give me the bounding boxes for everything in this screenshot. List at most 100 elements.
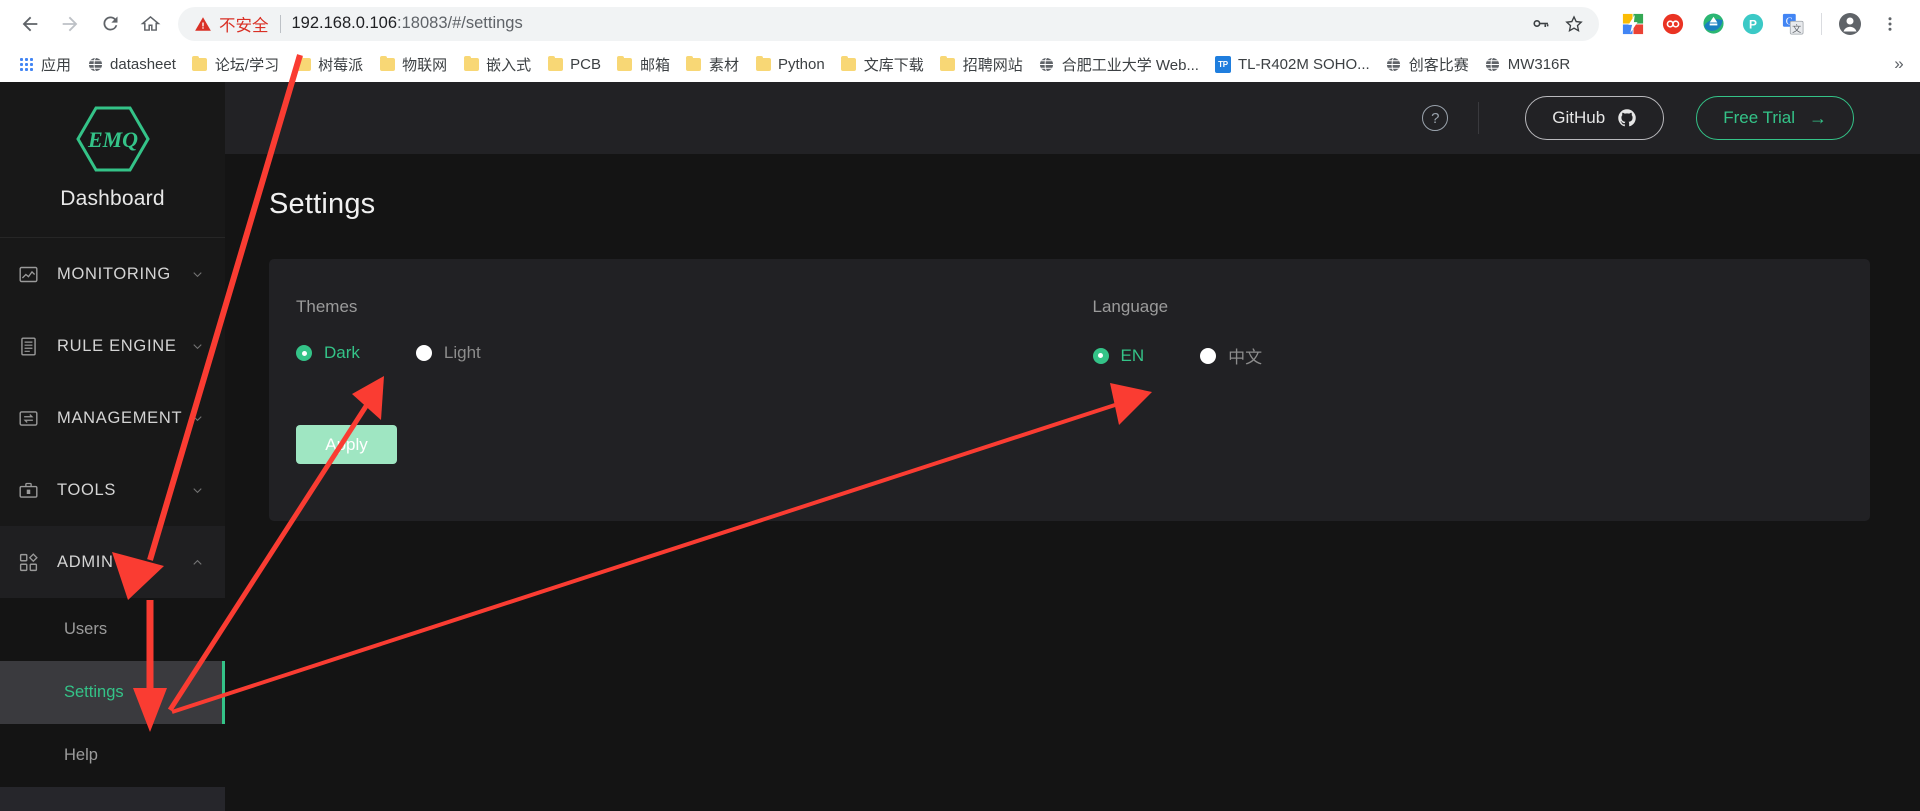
bookmark-folder-raspberry[interactable]: 树莓派	[287, 50, 371, 78]
url-path: :18083/#/settings	[397, 14, 523, 32]
bookmark-star-icon[interactable]	[1557, 7, 1591, 41]
sidebar-item-rule-engine[interactable]: RULE ENGINE	[0, 310, 225, 382]
chevron-up-icon	[190, 555, 205, 570]
folder-icon	[940, 55, 956, 72]
bookmark-label: PCB	[570, 55, 601, 73]
bookmark-label: MW316R	[1507, 55, 1571, 73]
bookmark-folder-mail[interactable]: 邮箱	[609, 50, 678, 78]
theme-radio-dark[interactable]: Dark	[296, 343, 360, 363]
folder-icon	[463, 55, 479, 72]
bookmark-apps[interactable]: 应用	[10, 50, 79, 78]
bookmark-label: 素材	[708, 56, 739, 74]
sidebar-item-monitoring[interactable]: MONITORING	[0, 238, 225, 310]
svg-text:文: 文	[1792, 22, 1801, 33]
sidebar-item-tools[interactable]: TOOLS	[0, 454, 225, 526]
folder-icon	[379, 55, 395, 72]
brand-block[interactable]: EMQ Dashboard	[0, 82, 225, 238]
svg-text:P: P	[1749, 17, 1757, 31]
language-radio-en[interactable]: EN	[1092, 345, 1145, 366]
bookmark-folder-iot[interactable]: 物联网	[371, 50, 455, 78]
toolbox-icon	[18, 480, 44, 501]
folder-icon	[547, 55, 563, 72]
language-radio-en-label: EN	[1120, 345, 1145, 365]
sidebar-item-settings[interactable]: Settings	[0, 661, 225, 724]
radio-dot-icon	[1200, 347, 1217, 364]
colorful-extension-icon[interactable]	[1616, 7, 1650, 41]
topbar-divider	[1478, 102, 1480, 134]
folder-icon	[755, 55, 771, 72]
chrome-menu-icon[interactable]	[1873, 7, 1907, 41]
sidebar-item-label: ADMIN	[57, 552, 114, 571]
bookmark-maker-contest[interactable]: 创客比赛	[1378, 50, 1477, 78]
sidebar-subitem-label: Help	[64, 746, 98, 764]
bookmark-folder-docs[interactable]: 文库下载	[833, 50, 932, 78]
bookmark-hfut-web[interactable]: 合肥工业大学 Web...	[1031, 50, 1207, 78]
google-translate-extension-icon[interactable]: G 文	[1776, 7, 1810, 41]
bookmark-label: 论坛/学习	[214, 56, 280, 74]
bookmark-datasheet[interactable]: datasheet	[79, 50, 184, 78]
reload-icon	[103, 16, 117, 31]
pocket-extension-icon[interactable]: P	[1736, 7, 1770, 41]
omnibox[interactable]: 不安全 192.168.0.106:18083/#/settings	[178, 6, 1599, 41]
sidebar-subitem-label: Settings	[64, 683, 124, 701]
bookmark-folder-materials[interactable]: 素材	[678, 50, 747, 78]
page-content: Settings Themes Dark Light Apply Languag…	[225, 154, 1920, 811]
apply-button[interactable]: Apply	[296, 425, 397, 464]
github-button[interactable]: GitHub	[1525, 96, 1665, 140]
sidebar-item-help[interactable]: Help	[0, 724, 225, 787]
folder-icon	[295, 55, 311, 72]
back-button[interactable]	[10, 4, 50, 44]
sidebar-item-users[interactable]: Users	[0, 598, 225, 661]
radio-dot-icon	[415, 345, 432, 361]
chevron-down-icon	[190, 267, 205, 282]
theme-radio-light[interactable]: Light	[415, 343, 481, 363]
language-radio-zh[interactable]: 中文	[1200, 343, 1262, 368]
browser-nav-bar: 不安全 192.168.0.106:18083/#/settings P G 文	[0, 0, 1920, 47]
sidebar-item-admin[interactable]: ADMIN	[0, 526, 225, 598]
bookmark-label: 树莓派	[318, 56, 364, 74]
question-mark-circle-icon[interactable]: ?	[1422, 105, 1449, 131]
admin-submenu: Users Settings Help	[0, 598, 225, 787]
emqx-dashboard-app: EMQ Dashboard MONITORING RULE ENGINE MAN…	[0, 82, 1920, 811]
bookmark-label: 应用	[41, 56, 72, 74]
omnibox-actions	[1523, 7, 1591, 41]
folder-icon	[841, 55, 857, 72]
list-document-icon	[18, 336, 44, 357]
idm-extension-icon[interactable]	[1696, 7, 1730, 41]
bookmark-tl-r402m[interactable]: TP TL-R402M SOHO...	[1207, 50, 1378, 78]
sidebar-menu: MONITORING RULE ENGINE MANAGEMENT TOOLS …	[0, 238, 225, 811]
emq-logo-text: EMQ	[86, 127, 137, 152]
language-label: Language	[1092, 297, 1169, 316]
settings-panel: Themes Dark Light Apply Language EN 中文	[269, 259, 1870, 521]
bookmark-folder-python[interactable]: Python	[747, 50, 833, 78]
bookmark-folder-forum[interactable]: 论坛/学习	[184, 50, 287, 78]
password-key-icon[interactable]	[1523, 7, 1557, 41]
toolbar-divider	[1821, 12, 1822, 35]
folder-icon	[617, 55, 633, 72]
sidebar-item-management[interactable]: MANAGEMENT	[0, 382, 225, 454]
profile-avatar-icon[interactable]	[1833, 7, 1867, 41]
bookmarks-overflow-button[interactable]: »	[1886, 51, 1912, 77]
bookmark-folder-jobs[interactable]: 招聘网站	[932, 50, 1031, 78]
not-secure-label: 不安全	[219, 16, 269, 35]
sidebar-item-label: MANAGEMENT	[57, 408, 183, 427]
forward-button[interactable]	[50, 4, 90, 44]
github-logo-icon	[1617, 108, 1637, 128]
emq-logo-icon: EMQ	[74, 104, 152, 174]
bookmark-folder-pcb[interactable]: PCB	[539, 50, 609, 78]
free-trial-button[interactable]: Free Trial →	[1696, 96, 1854, 140]
themes-label: Themes	[296, 297, 358, 316]
radio-dot-icon	[296, 345, 312, 361]
infinity-extension-icon[interactable]	[1656, 7, 1690, 41]
home-button[interactable]	[130, 4, 170, 44]
language-radio-zh-label: 中文	[1228, 348, 1263, 367]
reload-button[interactable]	[90, 4, 130, 44]
url-host: 192.168.0.106	[291, 14, 398, 32]
bookmark-mw316r[interactable]: MW316R	[1477, 50, 1579, 78]
themes-radio-group: Dark Light	[296, 343, 1070, 363]
bookmark-label: 邮箱	[639, 56, 670, 74]
bookmark-folder-embedded[interactable]: 嵌入式	[455, 50, 539, 78]
sidebar-footer-strip	[0, 787, 225, 811]
sidebar-item-label: RULE ENGINE	[57, 336, 177, 355]
not-secure-warning-icon	[194, 15, 212, 33]
